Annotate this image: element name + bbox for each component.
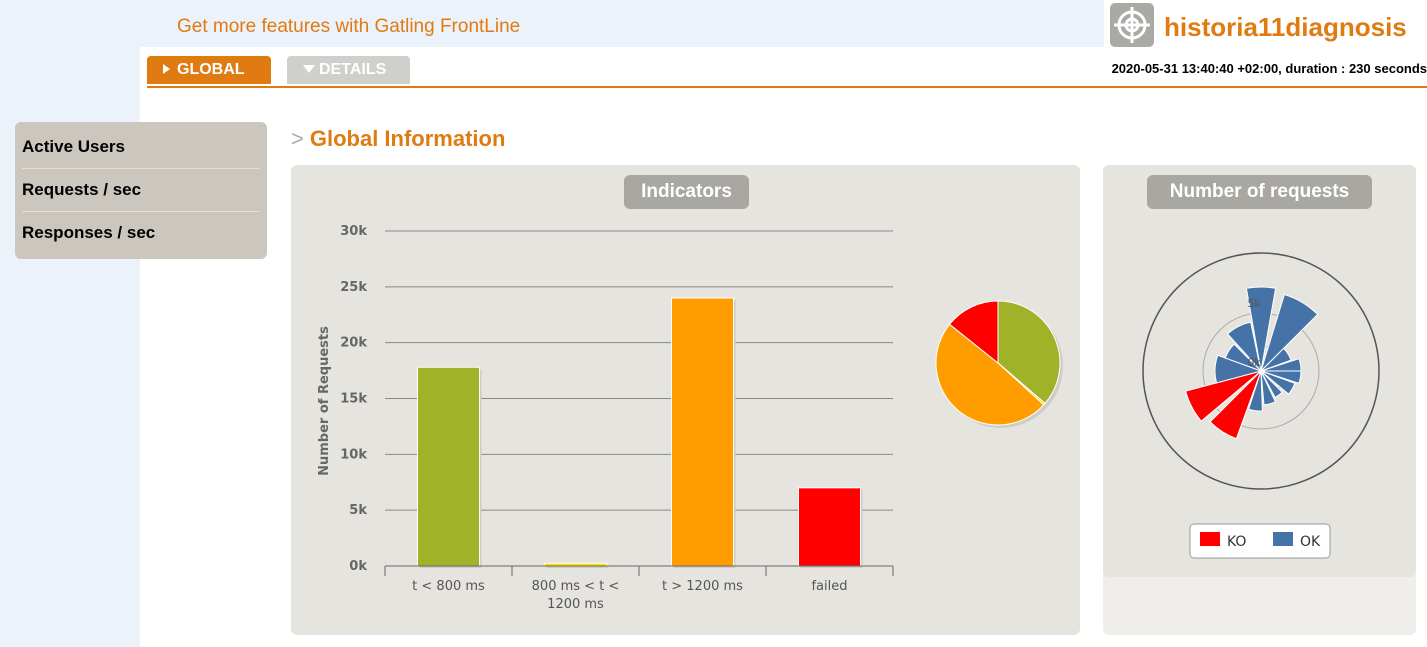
- x-tick-label: 800 ms < t <: [532, 579, 620, 594]
- sidebar-item-active-users[interactable]: Active Users: [22, 126, 260, 168]
- caret-right-icon: [163, 64, 170, 74]
- y-tick-label: 5k: [349, 503, 367, 518]
- tab-details-label: DETAILS: [319, 61, 387, 78]
- crosshair-target-icon: [1110, 3, 1154, 47]
- section-prefix: >: [291, 126, 304, 151]
- section-title: > Global Information: [291, 126, 505, 152]
- caret-down-icon: [303, 65, 315, 73]
- bar-3[interactable]: [798, 487, 861, 567]
- indicators-bar-chart: 0k 5k 10k 15k 20k 25k 30k Number of Requests t…: [317, 224, 1063, 612]
- x-tick-label: t < 800 ms: [412, 579, 485, 594]
- x-tick-label: failed: [811, 579, 847, 594]
- tab-details[interactable]: DETAILS: [287, 56, 410, 84]
- polar-tick-label: 0k: [1247, 356, 1261, 369]
- indicators-panel: Indicators 0k 5k 10k 15k 20k 25k 30k Number of…: [291, 165, 1080, 635]
- app-brand: historia11diagnosis: [1104, 0, 1427, 48]
- frontline-link[interactable]: Get more features with Gatling FrontLine: [177, 16, 520, 38]
- tab-global-label: GLOBAL: [177, 61, 245, 78]
- legend-swatch-ok: [1273, 532, 1293, 546]
- sidebar-menu: Active Users Requests / sec Responses / …: [15, 122, 267, 259]
- sidebar-item-responses-per-sec[interactable]: Responses / sec: [22, 212, 260, 254]
- bar-0[interactable]: [417, 366, 480, 567]
- legend-label-ko[interactable]: KO: [1227, 534, 1246, 550]
- y-tick-label: 20k: [340, 336, 367, 351]
- sidebar-item-requests-per-sec[interactable]: Requests / sec: [22, 169, 260, 211]
- app-title: historia11diagnosis: [1164, 12, 1407, 42]
- requests-polar-chart: 5k 0k KO OK: [1142, 252, 1380, 559]
- y-axis-label: Number of Requests: [317, 326, 332, 476]
- tab-global[interactable]: GLOBAL: [147, 56, 271, 84]
- y-tick-label: 30k: [340, 224, 367, 239]
- requests-panel: Number of requests 5k 0k KO OK: [1103, 165, 1416, 577]
- x-tick-label: 1200 ms: [547, 597, 604, 612]
- tab-underline: [147, 86, 1427, 88]
- x-tick-label: t > 1200 ms: [662, 579, 743, 594]
- y-tick-label: 25k: [340, 280, 367, 295]
- legend-label-ok[interactable]: OK: [1300, 534, 1321, 550]
- run-info: 2020-05-31 13:40:40 +02:00, duration : 2…: [1111, 61, 1427, 76]
- polar-tick-label: 5k: [1247, 297, 1261, 310]
- section-title-text: Global Information: [309, 126, 506, 151]
- bar-2[interactable]: [671, 297, 734, 567]
- y-tick-label: 15k: [340, 392, 367, 407]
- legend-swatch-ko: [1200, 532, 1220, 546]
- y-tick-label: 10k: [340, 447, 367, 462]
- y-tick-label: 0k: [349, 559, 367, 574]
